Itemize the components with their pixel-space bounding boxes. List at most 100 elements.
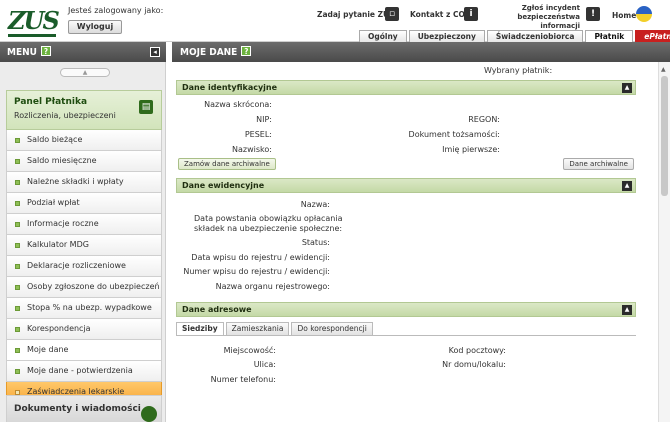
collapse-section-icon[interactable]: ▲	[622, 83, 632, 93]
menu-item-kalkulator-mdg[interactable]: Kalkulator MDG	[6, 235, 162, 256]
tab-swiadczeniobiorca[interactable]: Świadczeniobiorca	[486, 30, 584, 42]
bullet-icon	[15, 306, 20, 311]
nazwisko-label: Nazwisko:	[232, 145, 272, 154]
dokument-tozsamosci-label: Dokument tożsamości:	[408, 130, 500, 139]
dane-archiwalne-button[interactable]: Dane archiwalne	[563, 158, 634, 170]
imie-pierwsze-label: Imię pierwsze:	[442, 145, 500, 154]
bullet-icon	[15, 285, 20, 290]
menu-item-label: Informacje roczne	[27, 219, 99, 228]
panel-calculator-icon: ▤	[139, 100, 153, 114]
menu-item-nalezne-skladki[interactable]: Należne składki i wpłaty	[6, 172, 162, 193]
menu-item-label: Moje dane	[27, 345, 69, 354]
data-powstania-line-2: składek na ubezpieczenie społeczne:	[194, 224, 343, 233]
data-wpisu-label: Data wpisu do rejestru / ewidencji:	[191, 253, 330, 262]
menu-item-podzial-wplat[interactable]: Podział wpłat	[6, 193, 162, 214]
scroll-up-arrow-icon[interactable]: ▲	[661, 66, 666, 73]
menu-item-deklaracje[interactable]: Deklaracje rozliczeniowe	[6, 256, 162, 277]
zamow-dane-archiwalne-button[interactable]: Zamów dane archiwalne	[178, 158, 276, 170]
pesel-label: PESEL:	[244, 130, 272, 139]
nazwa-skrocona-label: Nazwa skrócona:	[204, 100, 272, 109]
bullet-icon	[15, 159, 20, 164]
tab-platnik[interactable]: Płatnik	[585, 30, 634, 42]
tab-ogolny[interactable]: Ogólny	[359, 30, 407, 42]
menu-item-label: Saldo miesięczne	[27, 156, 97, 165]
menu-list: Saldo bieżące Saldo miesięczne Należne s…	[6, 130, 162, 403]
dokumenty-header[interactable]: Dokumenty i wiadomości	[6, 395, 162, 422]
ask-zus-link[interactable]: Zadaj pytanie ZUS	[317, 10, 395, 19]
bullet-icon	[15, 222, 20, 227]
home-globe-icon[interactable]	[636, 6, 652, 22]
address-tabs: Siedziby Zamieszkania Do korespondencji	[176, 322, 375, 336]
collapse-section-icon[interactable]: ▲	[622, 181, 632, 191]
wybrany-platnik-label: Wybrany płatnik:	[484, 66, 553, 75]
top-tabs: Ogólny Ubezpieczony Świadczeniobiorca Pł…	[357, 30, 670, 42]
menu-item-korespondencja[interactable]: Korespondencja	[6, 319, 162, 340]
panel-subtitle: Rozliczenia, ubezpieczeni	[14, 111, 116, 120]
panel-platnika-header[interactable]: Panel Płatnika Rozliczenia, ubezpieczeni…	[6, 90, 162, 130]
page-help-icon[interactable]: ?	[241, 46, 252, 56]
menu-title: MENU?	[7, 46, 51, 58]
collapse-section-icon[interactable]: ▲	[622, 305, 632, 315]
menu-item-label: Kalkulator MDG	[27, 240, 89, 249]
menu-item-moje-dane-potwierdzenia[interactable]: Moje dane - potwierdzenia	[6, 361, 162, 382]
tabs-underline	[176, 335, 636, 336]
ulica-label: Ulica:	[253, 360, 276, 369]
incident-line-1: Zgłoś incydent	[521, 4, 580, 12]
kod-pocztowy-label: Kod pocztowy:	[448, 346, 506, 355]
bullet-icon	[15, 264, 20, 269]
menu-item-osoby-zgloszone[interactable]: Osoby zgłoszone do ubezpieczeń	[6, 277, 162, 298]
menu-item-stopa-wypadkowe[interactable]: Stopa % na ubezp. wypadkowe	[6, 298, 162, 319]
header: ZUS Jesteś zalogowany jako: Wyloguj Zada…	[0, 0, 670, 42]
menu-item-saldo-miesieczne[interactable]: Saldo miesięczne	[6, 151, 162, 172]
menu-item-label: Osoby zgłoszone do ubezpieczeń	[27, 282, 160, 291]
menu-item-label: Moje dane - potwierdzenia	[27, 366, 133, 375]
section-title: Dane identyfikacyjne	[182, 83, 278, 92]
regon-label: REGON:	[468, 115, 500, 124]
tab-do-korespondencji[interactable]: Do korespondencji	[291, 322, 373, 336]
nazwa-label: Nazwa:	[300, 200, 330, 209]
menu-item-label: Należne składki i wpłaty	[27, 177, 124, 186]
nr-domu-label: Nr domu/lokalu:	[442, 360, 506, 369]
ask-zus-icon[interactable]: ▫	[385, 7, 399, 21]
incident-link[interactable]: Zgłoś incydent bezpieczeństwa informacji	[500, 4, 580, 31]
tab-ubezpieczony[interactable]: Ubezpieczony	[408, 30, 485, 42]
bullet-icon	[15, 327, 20, 332]
section-dane-identyfikacyjne[interactable]: Dane identyfikacyjne ▲	[176, 80, 636, 95]
page-title-text: MOJE DANE	[180, 47, 238, 58]
zus-logo[interactable]: ZUS	[8, 6, 60, 36]
menu-collapse-icon[interactable]: ◂	[150, 47, 160, 57]
incident-icon[interactable]: !	[586, 7, 600, 21]
main-content: Wybrany płatnik: Dane identyfikacyjne ▲ …	[172, 62, 658, 422]
menu-item-label: Saldo bieżące	[27, 135, 83, 144]
tab-siedziby[interactable]: Siedziby	[176, 322, 224, 336]
bullet-icon	[15, 243, 20, 248]
menu-item-moje-dane[interactable]: Moje dane	[6, 340, 162, 361]
logged-as-label: Jesteś zalogowany jako:	[68, 6, 164, 15]
scrollbar-thumb[interactable]	[661, 76, 668, 196]
contact-cot-link[interactable]: Kontakt z COT	[410, 10, 470, 19]
bullet-icon	[15, 348, 20, 353]
main-scrollbar[interactable]: ▲	[658, 62, 670, 422]
numer-wpisu-label: Numer wpisu do rejestru / ewidencji:	[183, 267, 330, 276]
section-dane-ewidencyjne[interactable]: Dane ewidencyjne ▲	[176, 178, 636, 193]
page-title: MOJE DANE?	[180, 46, 252, 58]
data-powstania-line-1: Data powstania obowiązku opłacania	[194, 214, 343, 223]
home-link[interactable]: Home	[612, 11, 636, 20]
menu-item-label: Korespondencja	[27, 324, 91, 333]
main-title-bar: MOJE DANE?	[172, 42, 670, 62]
menu-item-saldo-biezace[interactable]: Saldo bieżące	[6, 130, 162, 151]
tab-eplatnik[interactable]: ePłatnik	[635, 30, 670, 42]
menu-scroll-up-button[interactable]: ▲	[60, 68, 110, 77]
miejscowosc-label: Miejscowość:	[223, 346, 276, 355]
section-title: Dane ewidencyjne	[182, 181, 265, 190]
info-icon[interactable]: i	[464, 7, 478, 21]
incident-line-2: bezpieczeństwa informacji	[517, 13, 580, 30]
bullet-icon	[15, 369, 20, 374]
logo-underline	[8, 34, 56, 37]
section-dane-adresowe[interactable]: Dane adresowe ▲	[176, 302, 636, 317]
menu-help-icon[interactable]: ?	[40, 46, 51, 56]
logout-button[interactable]: Wyloguj	[68, 20, 122, 34]
menu-item-informacje-roczne[interactable]: Informacje roczne	[6, 214, 162, 235]
tab-zamieszkania[interactable]: Zamieszkania	[225, 322, 290, 336]
bullet-icon	[15, 180, 20, 185]
